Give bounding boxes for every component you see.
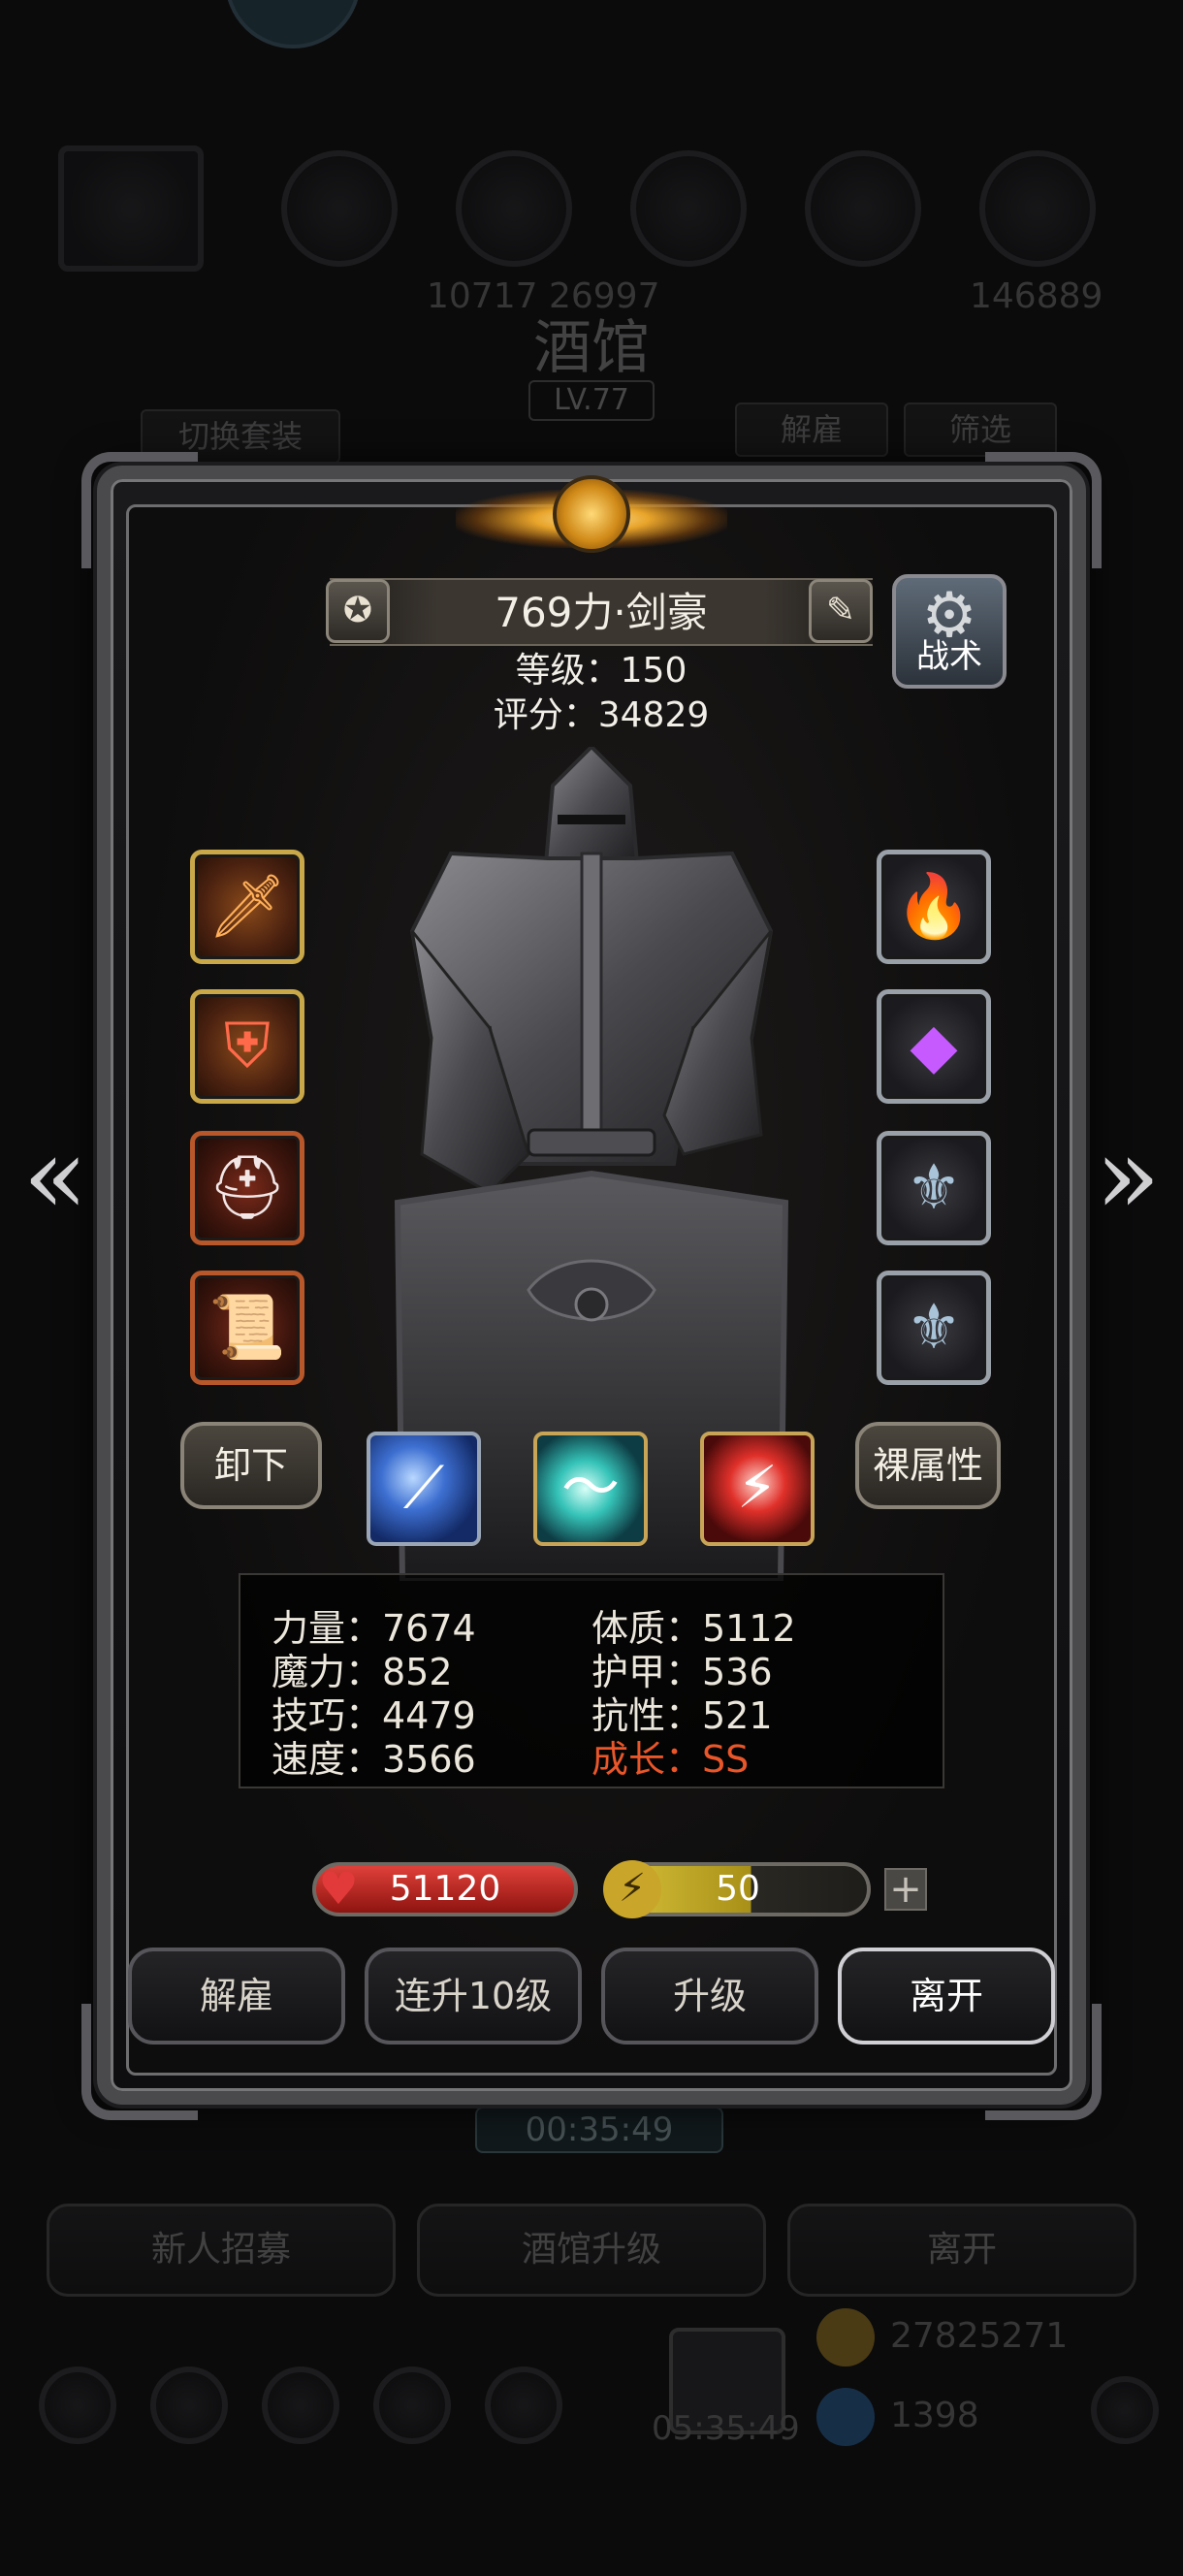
stat-growth: 成长：SS <box>592 1729 749 1783</box>
tab-icon-2[interactable] <box>281 150 398 267</box>
purple-gem-icon: ◆ <box>910 1011 958 1082</box>
bottom-nav-icon-4[interactable] <box>373 2367 451 2444</box>
helmet-icon: ⛑ <box>208 1152 287 1224</box>
chest-armor-icon: ⛨ <box>224 1011 271 1082</box>
badge-icon[interactable]: ✪ <box>326 579 390 643</box>
equip-slot-weapon[interactable]: 🗡 <box>190 850 304 964</box>
bottom-nav-icon-5[interactable] <box>485 2367 562 2444</box>
tab-icon-1[interactable] <box>58 145 204 272</box>
skill-slot-2[interactable]: 〜 <box>533 1432 648 1546</box>
growth-value: SS <box>702 1738 750 1781</box>
tactics-button[interactable]: ⚙ 战术 <box>892 574 1007 689</box>
edit-name-icon[interactable]: ✎ <box>809 579 873 643</box>
bottom-nav-icon-1[interactable] <box>39 2367 116 2444</box>
bg-timer: 00:35:49 <box>475 2107 723 2153</box>
sword-icon: 🗡 <box>208 871 287 943</box>
tavern-level: LV.77 <box>528 380 655 421</box>
crest-emblem-icon: ⚜ <box>906 1152 962 1224</box>
hero-level: 等级：150 <box>515 651 687 691</box>
flame-ring-icon: 🔥 <box>895 871 973 943</box>
bg-filter-button[interactable]: 筛选 <box>904 402 1057 457</box>
hero-score: 评分：34829 <box>493 695 710 735</box>
frame-corner-top-right <box>985 452 1102 568</box>
dismiss-button[interactable]: 解雇 <box>128 1948 345 2045</box>
stat-speed: 速度：3566 <box>272 1738 476 1781</box>
bottom-nav-icon-6[interactable] <box>1091 2376 1159 2444</box>
scroll-icon: 📜 <box>208 1292 286 1364</box>
leave-button[interactable]: 离开 <box>838 1948 1055 2045</box>
gift-timer: 05:35:49 <box>652 2409 800 2448</box>
cyan-wind-icon: 〜 <box>561 1454 620 1522</box>
tab-icon-6[interactable] <box>979 150 1096 267</box>
upgrade-tavern-button[interactable]: 酒馆升级 <box>417 2204 766 2297</box>
skill-slot-3[interactable]: ⚡ <box>700 1432 815 1546</box>
crest-emblem-icon <box>553 475 630 553</box>
hp-value: 51120 <box>389 1869 501 1909</box>
equip-slot-ring[interactable]: 🔥 <box>877 850 991 964</box>
energy-value: 50 <box>716 1869 760 1909</box>
hero-name-plate: 769力·剑豪 <box>330 578 873 646</box>
tavern-title: 酒馆 <box>533 314 650 382</box>
level-up-10-button[interactable]: 连升10级 <box>365 1948 582 2045</box>
red-strike-icon: ⚡ <box>736 1454 779 1522</box>
equip-slot-accessory[interactable]: 📜 <box>190 1271 304 1385</box>
add-energy-button[interactable]: + <box>884 1868 927 1911</box>
unequip-button[interactable]: 卸下 <box>180 1422 322 1509</box>
equip-slot-gem[interactable]: ◆ <box>877 989 991 1104</box>
growth-label: 成长： <box>592 1738 703 1781</box>
frame-corner-top-left <box>81 452 198 568</box>
resource-text-right: 146889 <box>970 276 1103 316</box>
tab-icon-3[interactable] <box>456 150 572 267</box>
top-avatar-icon <box>225 0 361 48</box>
equip-slot-helmet[interactable]: ⛑ <box>190 1131 304 1245</box>
bottom-nav-icon-2[interactable] <box>150 2367 228 2444</box>
heart-icon: ♥ <box>318 1862 359 1915</box>
recruit-button[interactable]: 新人招募 <box>47 2204 396 2297</box>
hero-name: 769力·剑豪 <box>495 589 708 636</box>
next-hero-arrow-icon[interactable]: » <box>1086 1121 1169 1238</box>
blue-slash-icon: ⟋ <box>403 1454 444 1522</box>
previous-hero-arrow-icon[interactable]: « <box>14 1121 97 1238</box>
bg-dismiss-button[interactable]: 解雇 <box>735 402 888 457</box>
equip-slot-armor[interactable]: ⛨ <box>190 989 304 1104</box>
equip-slot-empty-2[interactable]: ⚜ <box>877 1271 991 1385</box>
base-attributes-button[interactable]: 裸属性 <box>855 1422 1001 1509</box>
tactics-label: 战术 <box>916 637 982 676</box>
gold-coin-icon <box>816 2308 875 2367</box>
tab-icon-5[interactable] <box>805 150 921 267</box>
gem-icon <box>816 2388 875 2446</box>
crest-emblem-icon: ⚜ <box>906 1292 962 1364</box>
equip-slot-empty-1[interactable]: ⚜ <box>877 1131 991 1245</box>
tab-icon-4[interactable] <box>630 150 747 267</box>
skill-slot-1[interactable]: ⟋ <box>367 1432 481 1546</box>
bg-leave-button[interactable]: 离开 <box>787 2204 1136 2297</box>
level-up-button[interactable]: 升级 <box>601 1948 818 2045</box>
lightning-icon: ⚡ <box>603 1860 661 1918</box>
gem-amount: 1398 <box>890 2396 979 2435</box>
gold-amount: 27825271 <box>890 2316 1069 2356</box>
bottom-nav-icon-3[interactable] <box>262 2367 339 2444</box>
